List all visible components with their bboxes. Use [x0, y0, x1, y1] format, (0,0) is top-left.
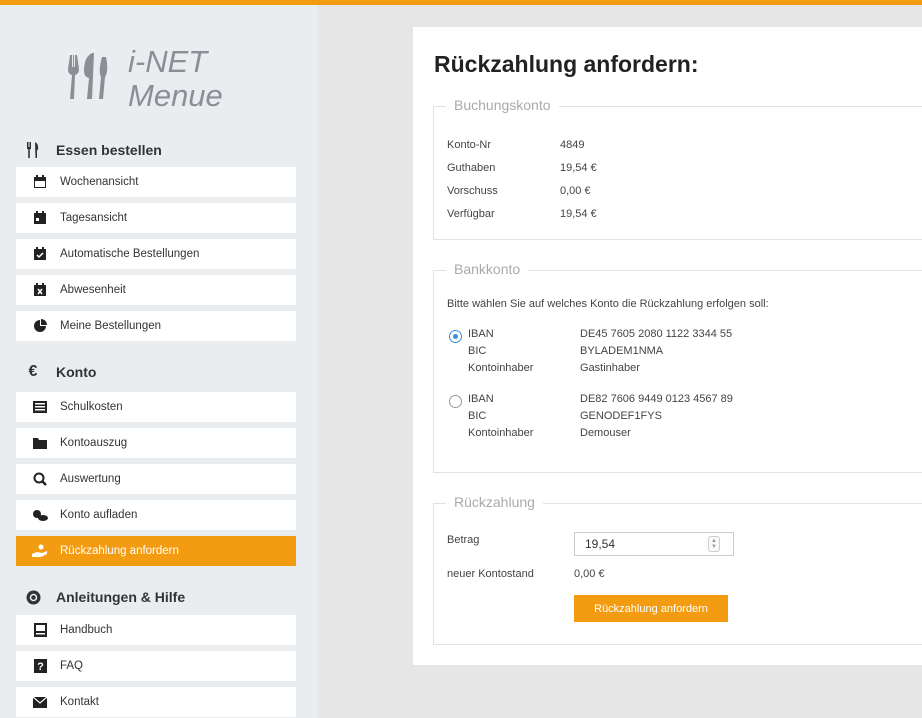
- sidebar-item-label: Schulkosten: [60, 401, 123, 413]
- label-bic-1: BIC: [468, 345, 487, 357]
- euro-icon: €: [28, 363, 38, 380]
- sidebar-item-label: Auswertung: [60, 473, 121, 485]
- legend-bankkonto: Bankkonto: [446, 261, 529, 277]
- svg-text:?: ?: [37, 661, 44, 673]
- label-guthaben: Guthaben: [447, 162, 496, 174]
- label-owner-2: Kontoinhaber: [468, 427, 534, 439]
- radio-account-1[interactable]: [449, 330, 462, 343]
- value-neuer-kontostand: 0,00 €: [574, 568, 605, 580]
- legend-buchungskonto: Buchungskonto: [446, 97, 559, 113]
- pie-chart-icon: [32, 318, 48, 334]
- hand-coin-icon: [32, 543, 48, 559]
- section-anleitungen-hilfe: Anleitungen & Hilfe: [16, 583, 296, 611]
- sidebar-item-label: Wochenansicht: [60, 176, 139, 188]
- label-verfuegbar: Verfügbar: [447, 208, 495, 220]
- label-betrag: Betrag: [447, 534, 480, 546]
- sidebar: i-NET Menue Essen bestellen Wochenansich…: [0, 5, 318, 718]
- app-logo[interactable]: i-NET Menue: [56, 25, 286, 113]
- sidebar-item-label: Konto aufladen: [60, 509, 138, 521]
- label-iban-2: IBAN: [468, 393, 494, 405]
- sidebar-item-label: Abwesenheit: [60, 284, 126, 296]
- cutlery-logo-icon: [68, 53, 108, 99]
- logo-line-2: Menue: [128, 78, 223, 113]
- question-icon: ?: [32, 658, 48, 674]
- main-panel: Rückzahlung anfordern: Buchungskonto Kon…: [413, 27, 922, 665]
- section-konto: € Konto: [16, 358, 296, 386]
- sidebar-item-automatische-bestellungen[interactable]: Automatische Bestellungen: [16, 239, 296, 269]
- sidebar-item-label: Handbuch: [60, 624, 113, 636]
- spinner-down-icon[interactable]: ▼: [711, 544, 717, 550]
- value-konto-nr: 4849: [560, 139, 585, 151]
- envelope-icon: [32, 694, 48, 710]
- value-owner-2: Demouser: [580, 427, 631, 439]
- value-bic-1: BYLADEM1NMA: [580, 345, 664, 357]
- bankkonto-instruction: Bitte wählen Sie auf welches Konto die R…: [447, 298, 769, 310]
- cutlery-icon: [24, 141, 42, 159]
- value-bic-2: GENODEF1FYS: [580, 410, 662, 422]
- calendar-day-icon: [32, 210, 48, 226]
- label-owner-1: Kontoinhaber: [468, 362, 534, 374]
- magnifier-icon: [32, 471, 48, 487]
- sidebar-item-label: FAQ: [60, 660, 84, 672]
- label-bic-2: BIC: [468, 410, 487, 422]
- section-title: Konto: [56, 364, 97, 380]
- label-vorschuss: Vorschuss: [447, 185, 498, 197]
- folder-icon: [32, 435, 48, 451]
- section-title: Anleitungen & Hilfe: [56, 589, 186, 605]
- betrag-spinner[interactable]: ▲ ▼: [708, 536, 720, 552]
- sidebar-item-label: Kontoauszug: [60, 437, 128, 449]
- section-title: Essen bestellen: [56, 142, 162, 158]
- fieldset-bankkonto: Bankkonto Bitte wählen Sie auf welches K…: [433, 261, 922, 473]
- page-title: Rückzahlung anfordern:: [434, 51, 699, 77]
- fieldset-rueckzahlung: Rückzahlung Betrag ▲ ▼ neuer Kontostand …: [433, 494, 922, 645]
- sidebar-item-wochenansicht[interactable]: Wochenansicht: [16, 167, 296, 197]
- legend-rueckzahlung: Rückzahlung: [446, 494, 543, 510]
- radio-account-2[interactable]: [449, 395, 462, 408]
- help-circle-icon: [24, 588, 42, 606]
- list-icon: [32, 399, 48, 415]
- value-guthaben: 19,54 €: [560, 162, 597, 174]
- calendar-x-icon: [32, 282, 48, 298]
- label-neuer-kontostand: neuer Kontostand: [447, 568, 534, 580]
- calendar-check-icon: [32, 246, 48, 262]
- section-essen-bestellen: Essen bestellen: [16, 136, 296, 164]
- label-iban-1: IBAN: [468, 328, 494, 340]
- logo-line-1: i-NET: [128, 44, 208, 79]
- sidebar-item-tagesansicht[interactable]: Tagesansicht: [16, 203, 296, 233]
- sidebar-item-label: Kontakt: [60, 696, 99, 708]
- value-iban-1: DE45 7605 2080 1122 3344 55: [580, 328, 733, 340]
- sidebar-item-handbuch[interactable]: Handbuch: [16, 615, 296, 645]
- label-konto-nr: Konto-Nr: [447, 139, 492, 151]
- sidebar-item-faq[interactable]: ? FAQ: [16, 651, 296, 681]
- sidebar-item-label: Tagesansicht: [60, 212, 128, 224]
- rueckzahlung-anfordern-button[interactable]: Rückzahlung anfordern: [574, 595, 728, 622]
- value-verfuegbar: 19,54 €: [560, 208, 597, 220]
- book-icon: [32, 622, 48, 638]
- sidebar-item-kontakt[interactable]: Kontakt: [16, 687, 296, 717]
- value-vorschuss: 0,00 €: [560, 185, 591, 197]
- sidebar-item-label: Rückzahlung anfordern: [60, 545, 179, 557]
- coins-icon: [32, 507, 48, 523]
- sidebar-item-abwesenheit[interactable]: Abwesenheit: [16, 275, 296, 305]
- sidebar-item-label: Automatische Bestellungen: [60, 248, 200, 260]
- sidebar-item-rueckzahlung-anfordern[interactable]: Rückzahlung anfordern: [16, 536, 296, 566]
- sidebar-item-label: Meine Bestellungen: [60, 320, 162, 332]
- value-owner-1: Gastinhaber: [580, 362, 640, 374]
- value-iban-2: DE82 7606 9449 0123 4567 89: [580, 393, 733, 405]
- sidebar-item-auswertung[interactable]: Auswertung: [16, 464, 296, 494]
- calendar-icon: [32, 174, 48, 190]
- fieldset-buchungskonto: Buchungskonto Konto-Nr 4849 Guthaben 19,…: [433, 97, 922, 240]
- sidebar-item-konto-aufladen[interactable]: Konto aufladen: [16, 500, 296, 530]
- sidebar-item-schulkosten[interactable]: Schulkosten: [16, 392, 296, 422]
- sidebar-item-kontoauszug[interactable]: Kontoauszug: [16, 428, 296, 458]
- logo-text: i-NET Menue: [128, 45, 223, 113]
- sidebar-item-meine-bestellungen[interactable]: Meine Bestellungen: [16, 311, 296, 341]
